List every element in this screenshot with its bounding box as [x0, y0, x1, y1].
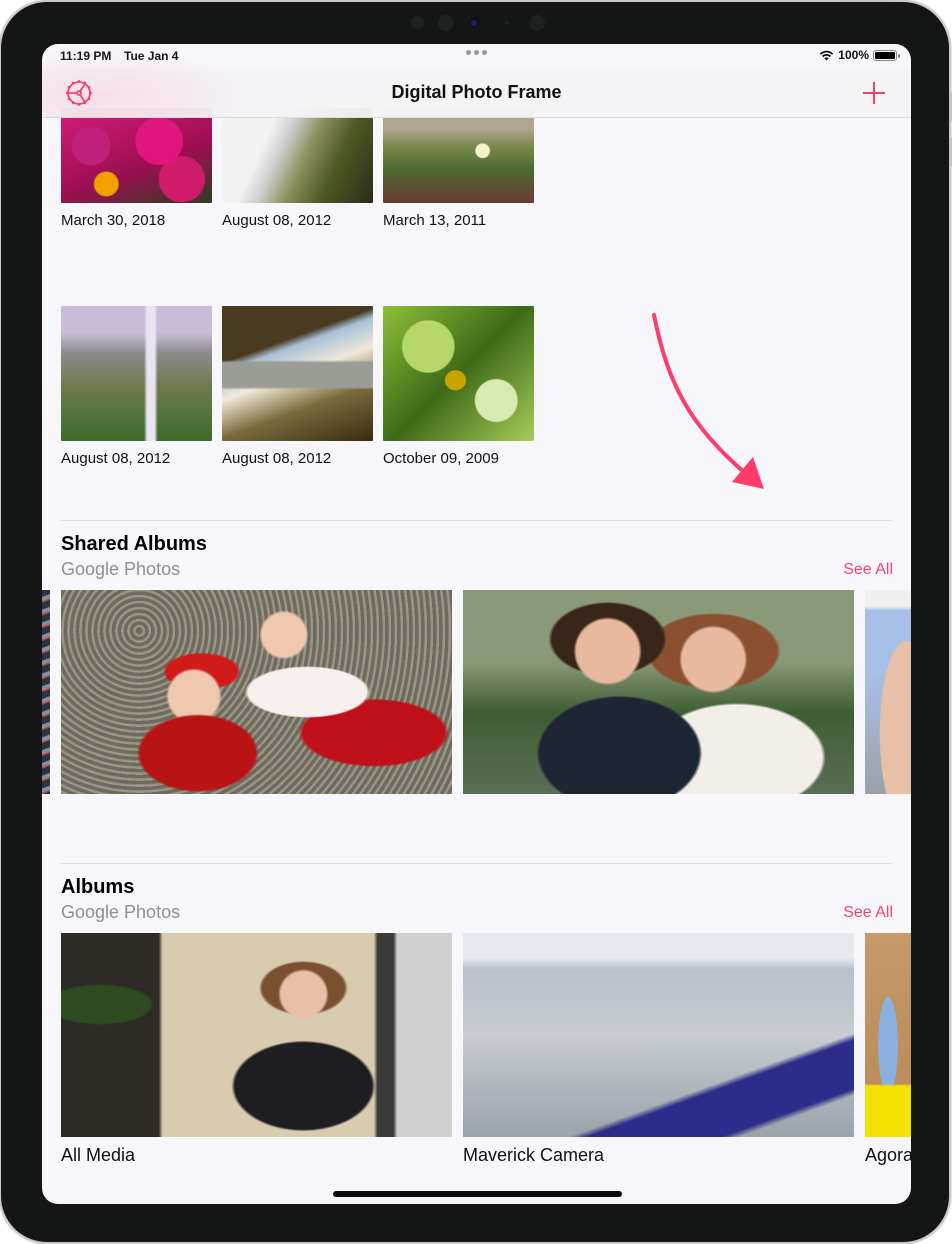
- sensor-dot: [411, 16, 424, 29]
- album-thumbnail[interactable]: [463, 933, 854, 1137]
- sensor-dot: [529, 15, 545, 31]
- shared-album-thumbnail[interactable]: [61, 590, 452, 794]
- photo-date: March 13, 2011: [383, 212, 487, 229]
- shared-album-thumbnail[interactable]: [42, 590, 50, 794]
- section-subtitle: Google Photos: [61, 902, 181, 922]
- battery-icon: [873, 49, 900, 61]
- album-label: Maverick Camera: [463, 1145, 605, 1165]
- camera-lens: [469, 18, 479, 28]
- see-all-albums-link[interactable]: See All: [843, 904, 893, 922]
- photo-thumbnail[interactable]: [222, 108, 373, 203]
- top-button: [841, 0, 891, 2]
- navigation-bar: Digital Photo Frame: [42, 44, 911, 118]
- photo-thumbnail[interactable]: [61, 306, 212, 441]
- see-all-shared-albums-link[interactable]: See All: [843, 561, 893, 579]
- section-divider: [61, 520, 892, 521]
- home-indicator[interactable]: [333, 1191, 622, 1197]
- photo-date: October 09, 2009: [383, 450, 499, 467]
- status-indicators: 100%: [819, 48, 900, 62]
- photo-thumbnail[interactable]: [383, 108, 534, 203]
- section-title-shared-albums: Shared Albums: [61, 533, 207, 555]
- multitasking-dots-icon[interactable]: [466, 50, 487, 55]
- battery-fill: [875, 51, 895, 59]
- album-thumbnail[interactable]: [61, 933, 452, 1137]
- battery-percent: 100%: [838, 48, 869, 62]
- plus-icon: [863, 82, 885, 104]
- page-title: Digital Photo Frame: [391, 82, 562, 102]
- section-title-albums: Albums: [61, 876, 135, 898]
- photo-date: August 08, 2012: [222, 450, 332, 467]
- ipad-frame: 11:19 PM Tue Jan 4 100%: [1, 0, 952, 1242]
- shared-album-thumbnail[interactable]: [865, 590, 911, 794]
- section-divider: [61, 863, 892, 864]
- album-thumbnail[interactable]: [865, 933, 911, 1137]
- photo-thumbnail[interactable]: [222, 306, 373, 441]
- camera-housing: [401, 12, 561, 34]
- album-label: Agora: [865, 1145, 911, 1165]
- section-subtitle: Google Photos: [61, 559, 181, 579]
- app-screen: 11:19 PM Tue Jan 4 100%: [42, 44, 911, 1204]
- sensor-dot: [505, 21, 509, 25]
- shared-album-thumbnail[interactable]: [463, 590, 854, 794]
- photo-date: August 08, 2012: [61, 450, 171, 467]
- photo-thumbnail[interactable]: [383, 306, 534, 441]
- sensor-dot: [438, 15, 454, 31]
- photo-thumbnail[interactable]: [61, 108, 212, 203]
- add-button[interactable]: [861, 80, 887, 106]
- wifi-icon: [820, 50, 834, 60]
- photo-date: March 30, 2018: [61, 212, 166, 229]
- photo-date: August 08, 2012: [222, 212, 332, 229]
- album-label: All Media: [61, 1145, 136, 1165]
